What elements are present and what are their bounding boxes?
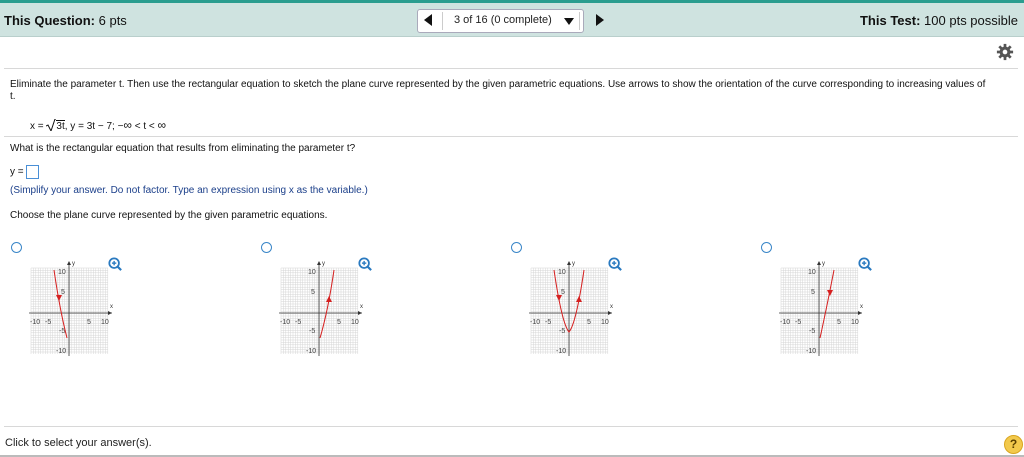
- answer-hint: (Simplify your answer. Do not factor. Ty…: [10, 185, 368, 196]
- svg-text:-10: -10: [806, 348, 816, 355]
- svg-text:-5: -5: [809, 328, 815, 335]
- choice-c-graph[interactable]: y x 10 5 -5 -10 -10 -5 5 10: [526, 256, 616, 356]
- divider: [4, 136, 1018, 137]
- question-selector[interactable]: 3 of 16 (0 complete): [454, 14, 552, 26]
- footer-prompt: Click to select your answer(s).: [5, 437, 152, 449]
- svg-text:-5: -5: [559, 328, 565, 335]
- svg-text:10: 10: [308, 269, 316, 276]
- prev-arrow-icon[interactable]: [424, 14, 432, 26]
- svg-text:-5: -5: [545, 319, 551, 326]
- svg-text:-10: -10: [780, 319, 790, 326]
- svg-text:10: 10: [851, 319, 859, 326]
- gear-icon[interactable]: [996, 43, 1014, 61]
- svg-text:5: 5: [311, 289, 315, 296]
- question-instruction: Eliminate the parameter t. Then use the …: [10, 79, 986, 102]
- choice-b-radio[interactable]: [261, 242, 272, 253]
- answer-input[interactable]: [26, 165, 40, 179]
- choice-a-graph[interactable]: y x 10 5 -5 -10 -10 -5 5 10: [26, 256, 116, 356]
- svg-text:-10: -10: [530, 319, 540, 326]
- choice-d-radio[interactable]: [761, 242, 772, 253]
- svg-text:y: y: [322, 261, 325, 267]
- svg-text:x: x: [110, 304, 113, 310]
- svg-text:-10: -10: [306, 348, 316, 355]
- help-icon[interactable]: ?: [1004, 435, 1023, 454]
- divider: [442, 12, 443, 30]
- svg-text:5: 5: [811, 289, 815, 296]
- question-navigator: 3 of 16 (0 complete): [417, 9, 604, 33]
- svg-text:5: 5: [587, 319, 591, 326]
- svg-text:10: 10: [558, 269, 566, 276]
- svg-text:5: 5: [337, 319, 341, 326]
- question-points: This Question: 6 pts: [4, 13, 127, 28]
- next-arrow-icon[interactable]: [596, 14, 604, 26]
- svg-text:10: 10: [808, 269, 816, 276]
- answer-prompt: What is the rectangular equation that re…: [10, 143, 356, 154]
- svg-text:-5: -5: [795, 319, 801, 326]
- choice-d-graph[interactable]: y x 10 5 -5 -10 -10 -5 5 10: [776, 256, 866, 356]
- choice-a-radio[interactable]: [11, 242, 22, 253]
- svg-text:5: 5: [61, 289, 65, 296]
- dropdown-icon[interactable]: [564, 18, 574, 25]
- svg-text:10: 10: [601, 319, 609, 326]
- choice-b-graph[interactable]: y x 10 5 -5 -10 -10 -5 5 10: [276, 256, 366, 356]
- parametric-equations: x = 3t, y = 3t − 7; −∞ < t < ∞: [30, 118, 167, 133]
- test-points: This Test: 100 pts possible: [859, 13, 1018, 28]
- divider: [579, 12, 580, 30]
- svg-text:10: 10: [58, 269, 66, 276]
- svg-text:-5: -5: [45, 319, 51, 326]
- header-bar: This Question: 6 pts 3 of 16 (0 complete…: [0, 3, 1024, 37]
- svg-text:-5: -5: [295, 319, 301, 326]
- svg-text:5: 5: [87, 319, 91, 326]
- answer-row: y =: [10, 165, 40, 179]
- svg-text:y: y: [572, 261, 575, 267]
- svg-text:-10: -10: [30, 319, 40, 326]
- svg-text:x: x: [610, 304, 613, 310]
- svg-text:x: x: [860, 304, 863, 310]
- svg-text:x: x: [360, 304, 363, 310]
- svg-text:-10: -10: [556, 348, 566, 355]
- svg-text:-5: -5: [309, 328, 315, 335]
- svg-text:-10: -10: [56, 348, 66, 355]
- svg-text:y: y: [72, 261, 75, 267]
- svg-text:10: 10: [101, 319, 109, 326]
- svg-text:y: y: [822, 261, 825, 267]
- svg-text:10: 10: [351, 319, 359, 326]
- choice-prompt: Choose the plane curve represented by th…: [10, 210, 328, 221]
- divider: [4, 68, 1018, 69]
- svg-text:5: 5: [837, 319, 841, 326]
- svg-text:-10: -10: [280, 319, 290, 326]
- choice-c-radio[interactable]: [511, 242, 522, 253]
- svg-text:5: 5: [561, 289, 565, 296]
- divider: [4, 426, 1018, 427]
- sqrt-icon: [46, 118, 57, 133]
